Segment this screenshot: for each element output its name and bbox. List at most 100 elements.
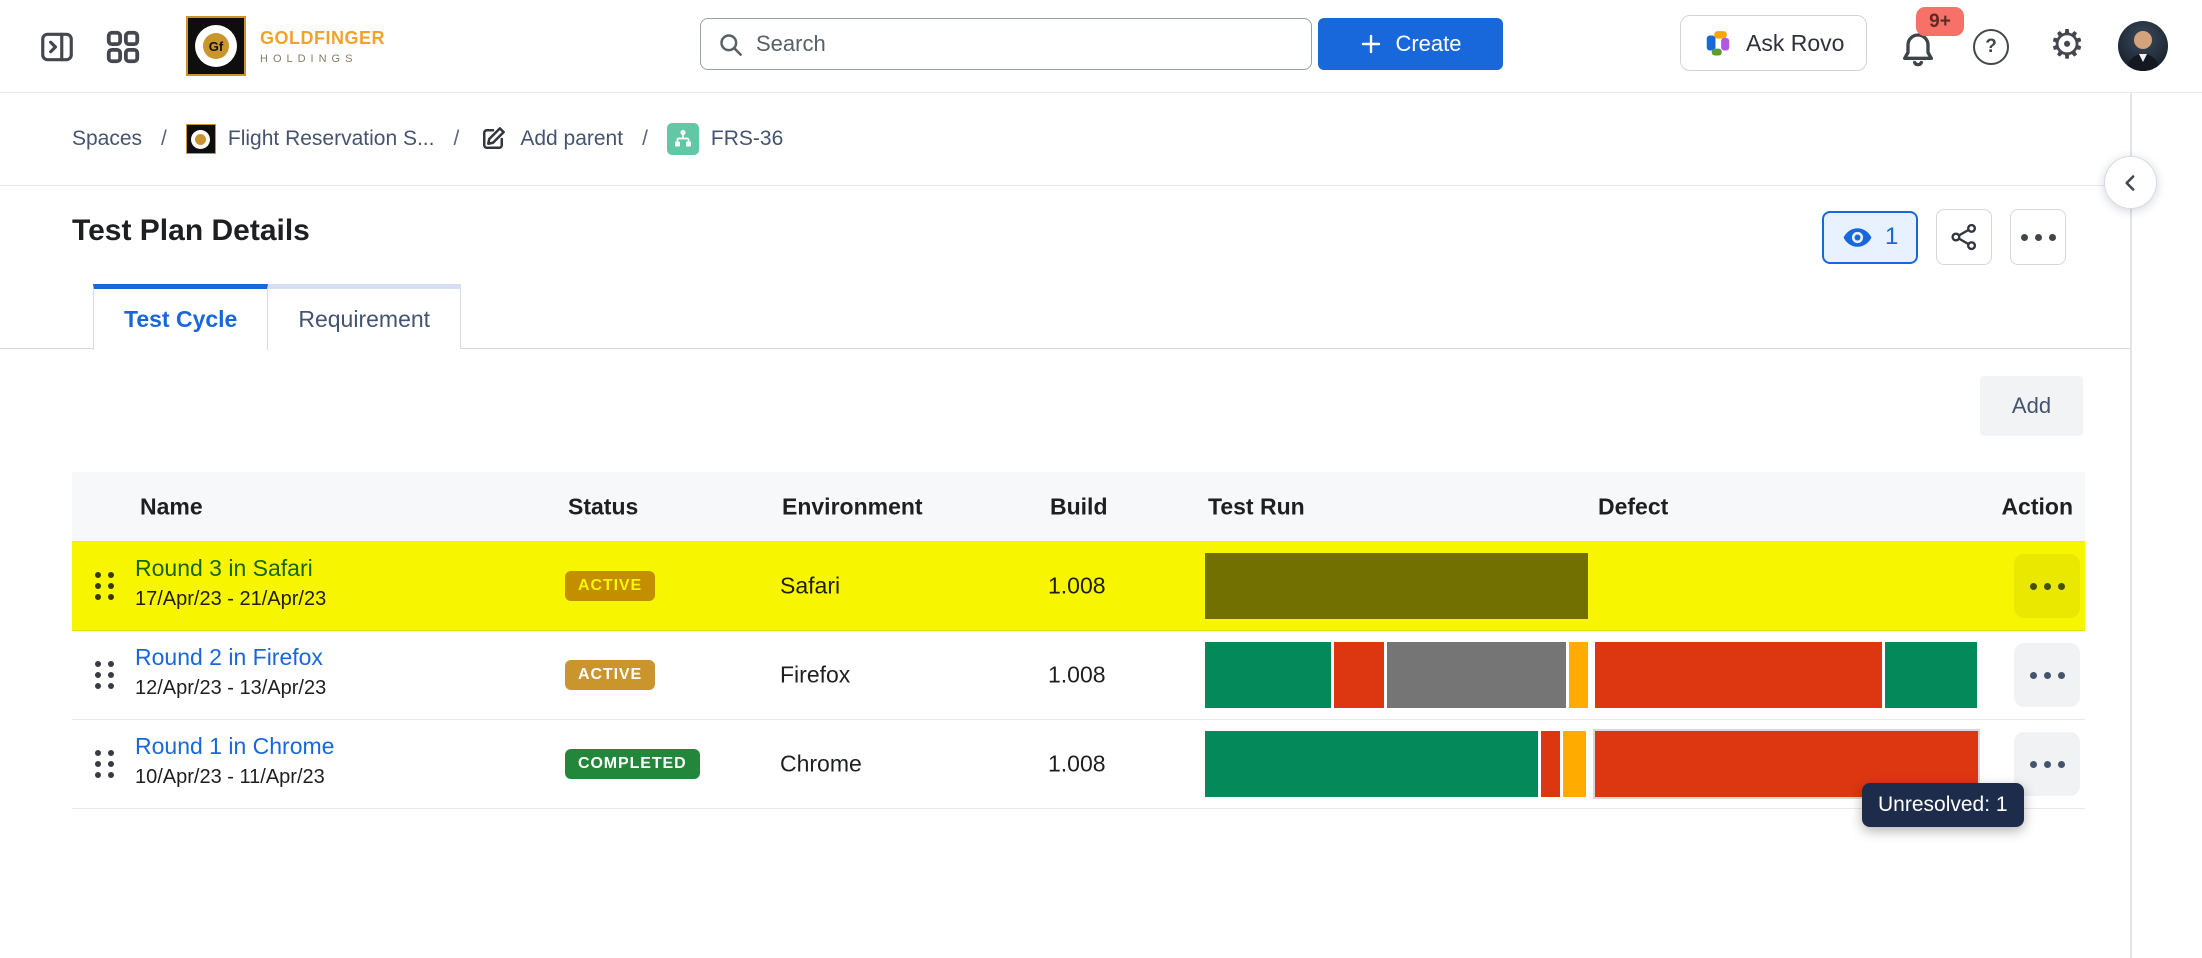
row-more-options-button[interactable] <box>2014 554 2080 618</box>
test-run-bar[interactable] <box>1205 731 1588 797</box>
ellipsis-icon <box>2030 761 2065 768</box>
tab-test-cycle[interactable]: Test Cycle <box>93 284 268 350</box>
defect-bar[interactable] <box>1595 553 1978 619</box>
table-row: Round 3 in Safari 17/Apr/23 - 21/Apr/23 … <box>72 542 2085 631</box>
breadcrumb-separator: / <box>453 127 459 151</box>
expand-sidebar-button[interactable] <box>34 24 80 70</box>
app-switcher-grid-icon <box>104 28 142 66</box>
user-avatar[interactable] <box>2118 21 2168 71</box>
page-title: Test Plan Details <box>72 214 310 248</box>
app-switcher-button[interactable] <box>100 24 146 70</box>
bar-segment-unresolved <box>1595 642 1882 708</box>
breadcrumb-bar: Spaces / Flight Reservation S... / Add p… <box>0 93 2130 186</box>
create-button[interactable]: Create <box>1318 18 1503 70</box>
ellipsis-icon <box>2030 583 2065 590</box>
brand-name: GOLDFINGER <box>260 28 385 49</box>
bar-segment-resolved <box>1885 642 1977 708</box>
status-badge: COMPLETED <box>565 749 700 779</box>
gear-icon: ⚙ <box>2049 22 2085 68</box>
collapse-panel-button[interactable] <box>2104 156 2157 209</box>
add-parent-label: Add parent <box>520 127 623 151</box>
table-header-row: Name Status Environment Build Test Run D… <box>72 472 2085 542</box>
page-more-options-button[interactable] <box>2010 209 2066 265</box>
bar-segment-failed <box>1541 731 1560 797</box>
bar-segment-in_progress <box>1563 731 1586 797</box>
drag-handle-icon[interactable] <box>95 750 114 778</box>
notifications-count-badge: 9+ <box>1916 7 1964 36</box>
ask-rovo-button[interactable]: Ask Rovo <box>1680 15 1867 71</box>
page: Gf GOLDFINGER HOLDINGS Create <box>0 0 2202 958</box>
column-header-test-run: Test Run <box>1208 494 1305 521</box>
plus-icon <box>1359 32 1383 56</box>
question-icon: ? <box>1985 36 1997 58</box>
drag-handle-icon[interactable] <box>95 661 114 689</box>
add-button[interactable]: Add <box>1980 376 2083 436</box>
defect-bar[interactable] <box>1595 642 1978 708</box>
breadcrumb-issue-key: FRS-36 <box>711 127 783 151</box>
table-row: Round 1 in Chrome 10/Apr/23 - 11/Apr/23 … <box>72 720 2085 809</box>
avatar-photo <box>2118 21 2168 71</box>
breadcrumb-space[interactable]: Flight Reservation S... <box>186 124 435 154</box>
bar-segment-passed <box>1205 642 1331 708</box>
environment-cell: Safari <box>780 573 840 600</box>
ellipsis-icon <box>2030 672 2065 679</box>
column-header-status: Status <box>568 494 638 521</box>
brand-monogram: Gf <box>203 33 229 59</box>
eye-icon <box>1842 226 1873 249</box>
brand-logo-mark: Gf <box>186 16 246 76</box>
expand-sidebar-icon <box>37 28 77 66</box>
column-header-action: Action <box>2001 494 2073 521</box>
breadcrumb-issue[interactable]: FRS-36 <box>667 123 783 155</box>
defect-tooltip: Unresolved: 1 <box>1862 783 2024 827</box>
top-navigation-bar: Gf GOLDFINGER HOLDINGS Create <box>0 0 2202 93</box>
global-search[interactable] <box>700 18 1312 70</box>
breadcrumb: Spaces / Flight Reservation S... / Add p… <box>72 93 783 185</box>
column-header-environment: Environment <box>782 494 923 521</box>
test-cycle-dates: 10/Apr/23 - 11/Apr/23 <box>135 766 325 789</box>
tabs: Test Cycle Requirement <box>93 284 461 350</box>
breadcrumb-space-name: Flight Reservation S... <box>228 127 435 151</box>
tab-requirement[interactable]: Requirement <box>268 284 461 349</box>
table-row: Round 2 in Firefox 12/Apr/23 - 13/Apr/23… <box>72 631 2085 720</box>
watch-count: 1 <box>1885 223 1898 251</box>
test-cycle-link[interactable]: Round 1 in Chrome <box>135 733 334 760</box>
row-more-options-button[interactable] <box>2014 732 2080 796</box>
test-run-bar[interactable] <box>1205 642 1588 708</box>
bar-segment-failed <box>1334 642 1384 708</box>
bar-segment-unexecuted <box>1387 642 1566 708</box>
status-badge: ACTIVE <box>565 571 655 601</box>
edit-pencil-icon <box>478 124 508 154</box>
help-button[interactable]: ? <box>1973 29 2009 65</box>
right-panel-divider <box>2130 93 2132 958</box>
test-run-bar[interactable] <box>1205 553 1588 619</box>
column-header-defect: Defect <box>1598 494 1668 521</box>
add-parent-button[interactable]: Add parent <box>478 124 623 154</box>
brand-logo[interactable]: Gf GOLDFINGER HOLDINGS <box>186 16 385 76</box>
test-cycle-table: Name Status Environment Build Test Run D… <box>72 472 2085 809</box>
watch-button[interactable]: 1 <box>1822 211 1918 264</box>
test-cycle-dates: 12/Apr/23 - 13/Apr/23 <box>135 677 326 700</box>
search-input[interactable] <box>756 31 1295 57</box>
test-plan-icon <box>667 123 699 155</box>
build-cell: 1.008 <box>1048 573 1106 600</box>
space-logo-icon <box>186 124 216 154</box>
environment-cell: Firefox <box>780 662 850 689</box>
test-cycle-link[interactable]: Round 3 in Safari <box>135 555 313 582</box>
bell-icon <box>1898 30 1938 70</box>
test-cycle-link[interactable]: Round 2 in Firefox <box>135 644 323 671</box>
ask-rovo-label: Ask Rovo <box>1746 30 1844 57</box>
chevron-left-icon <box>2118 170 2144 196</box>
drag-handle-icon[interactable] <box>95 572 114 600</box>
ellipsis-icon <box>2021 234 2056 241</box>
breadcrumb-spaces[interactable]: Spaces <box>72 127 142 151</box>
row-more-options-button[interactable] <box>2014 643 2080 707</box>
share-icon <box>1950 223 1978 251</box>
bar-segment-passed <box>1205 731 1538 797</box>
test-cycle-dates: 17/Apr/23 - 21/Apr/23 <box>135 588 326 611</box>
bar-segment-unexecuted <box>1205 553 1588 619</box>
search-icon <box>717 31 744 58</box>
rovo-logo-icon <box>1703 28 1733 58</box>
share-button[interactable] <box>1936 209 1992 265</box>
build-cell: 1.008 <box>1048 662 1106 689</box>
settings-button[interactable]: ⚙ <box>2044 20 2090 70</box>
